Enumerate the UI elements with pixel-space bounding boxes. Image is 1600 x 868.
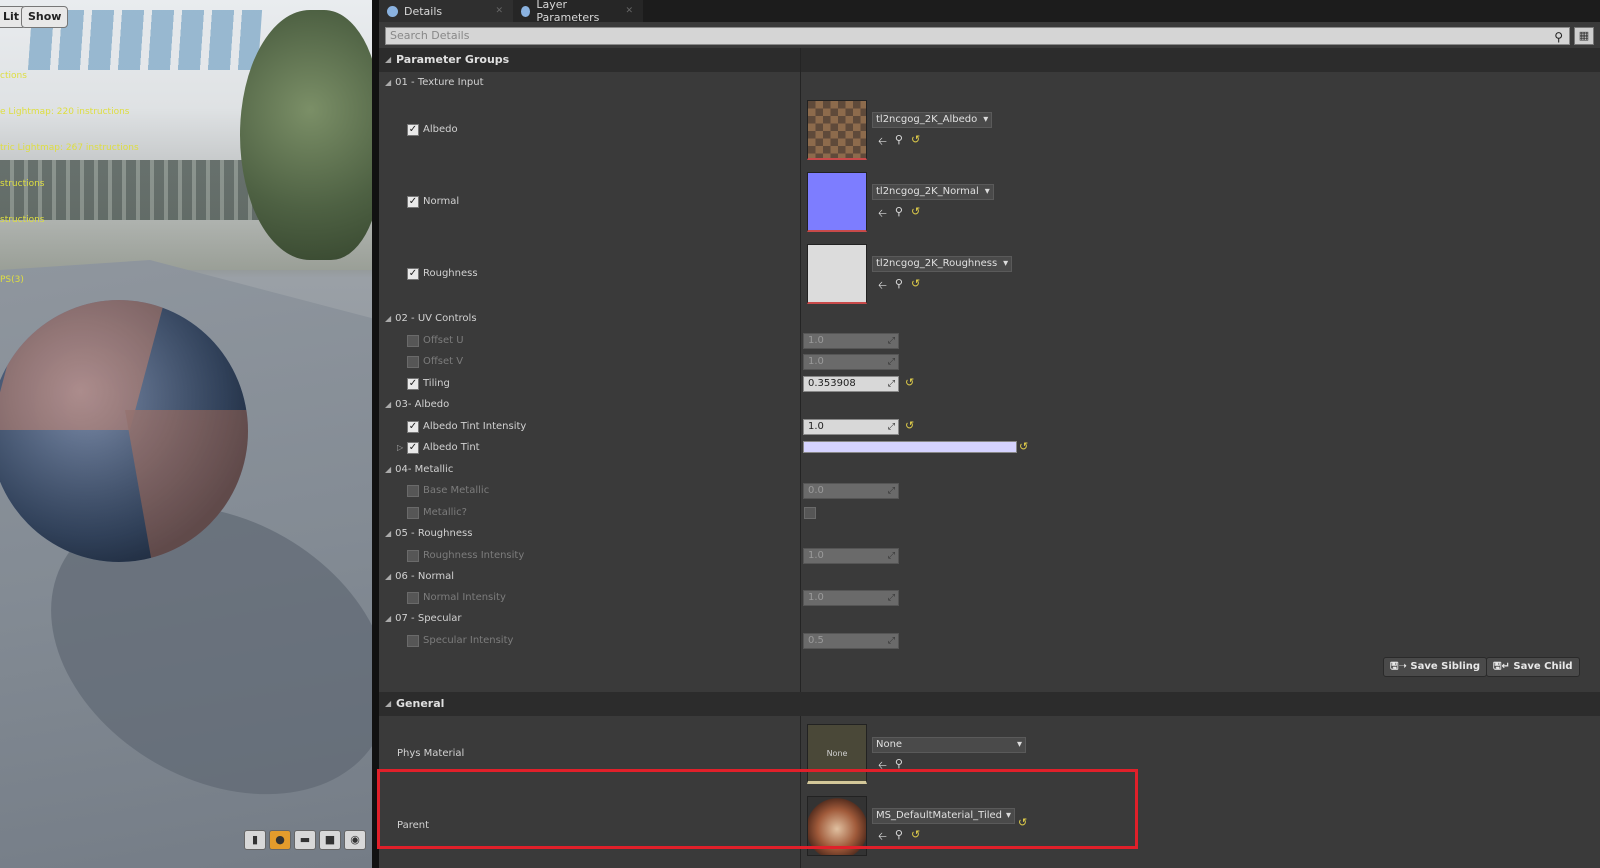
details-panel: Details ✕ Layer Parameters ✕ Search Deta… bbox=[379, 0, 1600, 868]
use-selected-arrow-icon[interactable]: 🡠 bbox=[878, 133, 887, 152]
info-icon bbox=[521, 5, 531, 17]
close-icon[interactable]: ✕ bbox=[625, 6, 633, 16]
albedo-checkbox[interactable]: ✓ bbox=[407, 124, 419, 136]
use-selected-arrow-icon[interactable]: 🡠 bbox=[878, 277, 887, 296]
base-metallic-input[interactable]: 0.0 ⤢ bbox=[803, 483, 899, 499]
param-row-roughness-intensity: Roughness Intensity 1.0 ⤢ bbox=[379, 546, 1600, 566]
close-icon[interactable]: ✕ bbox=[495, 6, 503, 16]
albedo-texture-thumbnail[interactable] bbox=[807, 100, 867, 160]
albedo-tint-checkbox[interactable]: ✓ bbox=[407, 442, 419, 454]
param-row-specular-intensity: Specular Intensity 0.5 ⤢ bbox=[379, 631, 1600, 651]
use-selected-arrow-icon[interactable]: 🡠 bbox=[878, 205, 887, 224]
save-icon: 🖫↵ bbox=[1493, 661, 1510, 672]
reset-icon[interactable]: ↺ bbox=[905, 376, 914, 389]
normal-asset-tools: 🡠 ⚲ ↺ bbox=[878, 205, 920, 224]
roughness-texture-thumbnail[interactable] bbox=[807, 244, 867, 304]
specular-intensity-checkbox[interactable] bbox=[407, 635, 419, 647]
preview-shape-toolbar: ▮ ● ▬ ■ ◉ bbox=[244, 830, 366, 850]
albedo-tint-color-swatch[interactable] bbox=[803, 441, 1017, 453]
view-options-icon[interactable]: ▦ bbox=[1574, 27, 1594, 45]
roughness-asset-picker[interactable]: tl2ncgog_2K_Roughness bbox=[872, 256, 1013, 272]
group-normal[interactable]: ◢ 06 - Normal bbox=[385, 567, 454, 587]
sphere-preview-icon[interactable]: ● bbox=[269, 830, 291, 850]
albedo-asset-picker[interactable]: tl2ncgog_2K_Albedo bbox=[872, 112, 993, 128]
metallic-checkbox[interactable] bbox=[407, 507, 419, 519]
normal-intensity-checkbox[interactable] bbox=[407, 592, 419, 604]
info-icon bbox=[387, 5, 398, 17]
param-row-normal-intensity: Normal Intensity 1.0 ⤢ bbox=[379, 588, 1600, 608]
normal-asset-picker[interactable]: tl2ncgog_2K_Normal bbox=[872, 184, 994, 200]
cube-preview-icon[interactable]: ■ bbox=[319, 830, 341, 850]
roughness-checkbox[interactable]: ✓ bbox=[407, 268, 419, 280]
search-row: Search Details ⚲ ▦ bbox=[385, 26, 1594, 46]
group-metallic[interactable]: ◢ 04- Metallic bbox=[385, 460, 453, 480]
albedo-tint-intensity-checkbox[interactable]: ✓ bbox=[407, 421, 419, 433]
albedo-tint-intensity-input[interactable]: 1.0 ⤢ bbox=[803, 419, 899, 435]
param-row-albedo-tint-intensity: ✓ Albedo Tint Intensity 1.0 ⤢ ↺ bbox=[379, 417, 1600, 437]
browse-icon[interactable]: ⚲ bbox=[895, 277, 903, 296]
group-roughness[interactable]: ◢ 05 - Roughness bbox=[385, 524, 472, 544]
expand-icon[interactable]: ▷ bbox=[397, 438, 403, 458]
offset-u-input[interactable]: 1.0 ⤢ bbox=[803, 333, 899, 349]
offset-u-checkbox[interactable] bbox=[407, 335, 419, 347]
base-metallic-checkbox[interactable] bbox=[407, 485, 419, 497]
group-uv-controls[interactable]: ◢ 02 - UV Controls bbox=[385, 309, 477, 329]
param-row-offset-u: Offset U 1.0 ⤢ bbox=[379, 331, 1600, 351]
tab-bar: Details ✕ Layer Parameters ✕ bbox=[379, 0, 1600, 24]
param-row-albedo-tint: ▷ ✓ Albedo Tint ↺ bbox=[379, 438, 1600, 458]
roughness-intensity-checkbox[interactable] bbox=[407, 550, 419, 562]
shader-stats: ctions e Lightmap: 220 instructions tric… bbox=[0, 71, 139, 285]
roughness-asset-tools: 🡠 ⚲ ↺ bbox=[878, 277, 920, 296]
reset-icon[interactable]: ↺ bbox=[911, 133, 920, 152]
offset-v-checkbox[interactable] bbox=[407, 356, 419, 368]
roughness-intensity-input[interactable]: 1.0 ⤢ bbox=[803, 548, 899, 564]
phys-material-picker[interactable]: None bbox=[872, 737, 1026, 753]
specular-intensity-input[interactable]: 0.5 ⤢ bbox=[803, 633, 899, 649]
panel-splitter[interactable] bbox=[372, 0, 379, 868]
normal-checkbox[interactable]: ✓ bbox=[407, 196, 419, 208]
browse-icon[interactable]: ⚲ bbox=[895, 205, 903, 224]
tiling-checkbox[interactable]: ✓ bbox=[407, 378, 419, 390]
save-sibling-button[interactable]: 🖫➝ Save Sibling bbox=[1383, 657, 1488, 677]
save-icon: 🖫➝ bbox=[1390, 661, 1407, 672]
metallic-value-checkbox[interactable] bbox=[804, 507, 816, 519]
preview-sphere bbox=[0, 300, 248, 562]
background-tree bbox=[240, 10, 379, 260]
perspective-icon[interactable]: ▮ bbox=[244, 830, 266, 850]
search-input[interactable]: Search Details ⚲ bbox=[385, 27, 1570, 45]
param-row-tiling: ✓ Tiling 0.353908 ⤢ ↺ bbox=[379, 374, 1600, 394]
parameter-groups-header[interactable]: Parameter Groups bbox=[379, 48, 1600, 72]
param-row-metallic: Metallic? bbox=[379, 503, 1600, 523]
tiling-input[interactable]: 0.353908 ⤢ bbox=[803, 376, 899, 392]
highlight-box bbox=[377, 769, 1138, 849]
search-icon: ⚲ bbox=[1554, 30, 1563, 44]
cylinder-preview-icon[interactable]: ◉ bbox=[344, 830, 366, 850]
offset-v-input[interactable]: 1.0 ⤢ bbox=[803, 354, 899, 370]
browse-icon[interactable]: ⚲ bbox=[895, 133, 903, 152]
tab-layer-parameters[interactable]: Layer Parameters ✕ bbox=[513, 0, 643, 24]
normal-intensity-input[interactable]: 1.0 ⤢ bbox=[803, 590, 899, 606]
param-row-offset-v: Offset V 1.0 ⤢ bbox=[379, 352, 1600, 372]
group-albedo[interactable]: ◢ 03- Albedo bbox=[385, 395, 449, 415]
material-preview-viewport[interactable]: Lit Show ctions e Lightmap: 220 instruct… bbox=[0, 0, 379, 868]
normal-texture-thumbnail[interactable] bbox=[807, 172, 867, 232]
show-button[interactable]: Show bbox=[21, 6, 69, 28]
tab-details[interactable]: Details ✕ bbox=[379, 0, 513, 22]
group-texture-input[interactable]: ◢ 01 - Texture Input bbox=[385, 73, 484, 93]
save-child-button[interactable]: 🖫↵ Save Child bbox=[1486, 657, 1580, 677]
reset-icon[interactable]: ↺ bbox=[905, 419, 914, 432]
albedo-asset-tools: 🡠 ⚲ ↺ bbox=[878, 133, 920, 152]
reset-icon[interactable]: ↺ bbox=[911, 205, 920, 224]
param-row-base-metallic: Base Metallic 0.0 ⤢ bbox=[379, 481, 1600, 501]
plane-preview-icon[interactable]: ▬ bbox=[294, 830, 316, 850]
reset-icon[interactable]: ↺ bbox=[1019, 440, 1028, 453]
general-header[interactable]: General bbox=[379, 692, 1600, 716]
reset-icon[interactable]: ↺ bbox=[911, 277, 920, 296]
group-specular[interactable]: ◢ 07 - Specular bbox=[385, 609, 462, 629]
